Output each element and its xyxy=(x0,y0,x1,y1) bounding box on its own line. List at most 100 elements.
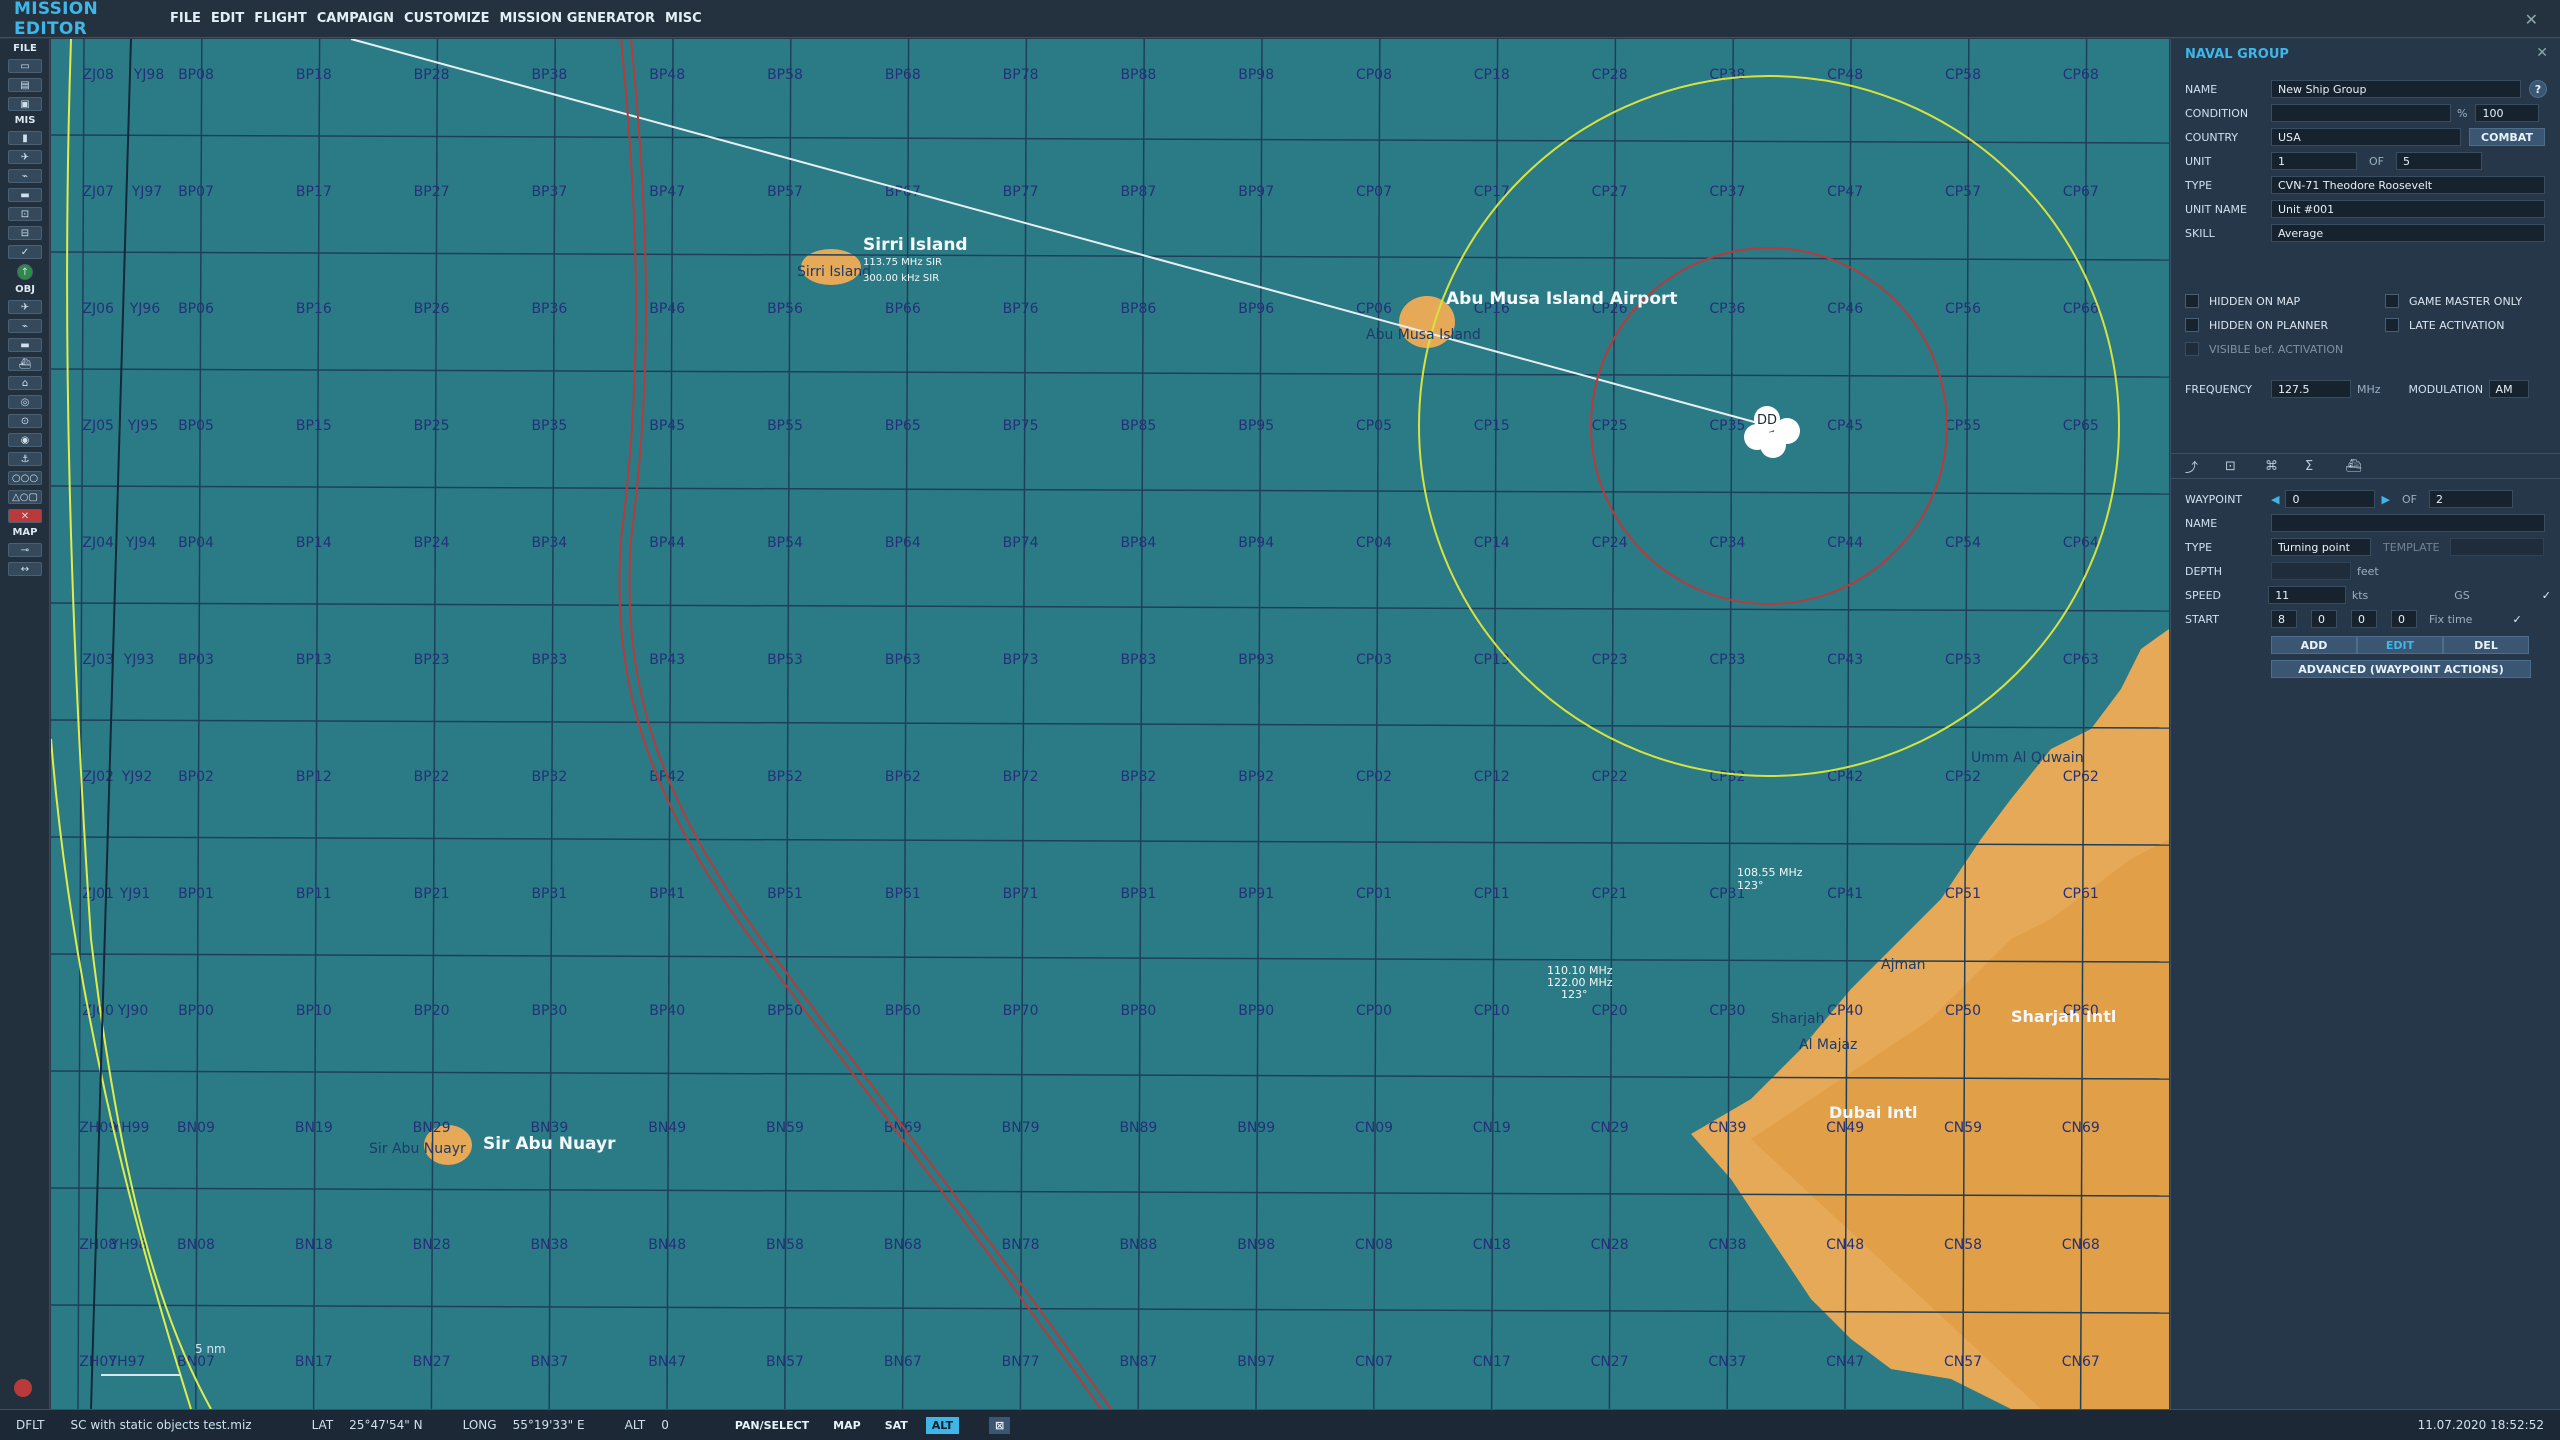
late-activation-checkbox[interactable] xyxy=(2385,318,2399,332)
unit-total-stepper[interactable]: 5 xyxy=(2396,152,2482,170)
grid-label: BN28 xyxy=(413,1237,451,1253)
summary-tab-icon[interactable]: Σ xyxy=(2305,459,2345,474)
triggers-icon[interactable]: ⊡ xyxy=(8,207,42,221)
wp-type-select[interactable]: Turning point xyxy=(2271,538,2371,556)
shapes-icon[interactable]: △○▢ xyxy=(8,490,42,504)
gs-checkbox[interactable]: ✓ xyxy=(2542,589,2551,602)
unit-stepper[interactable]: 1 xyxy=(2271,152,2357,170)
skill-select[interactable]: Average xyxy=(2271,224,2545,242)
new-file-icon[interactable]: ▭ xyxy=(8,59,42,73)
type-select[interactable]: CVN-71 Theodore Roosevelt xyxy=(2271,176,2545,194)
delete-icon[interactable]: ✕ xyxy=(8,509,42,523)
speed-input[interactable]: 11 xyxy=(2268,586,2346,604)
del-waypoint-button[interactable]: DEL xyxy=(2443,636,2529,654)
menu-customize[interactable]: CUSTOMIZE xyxy=(404,11,489,26)
ship-tab-icon[interactable]: ⛴ xyxy=(2345,459,2385,474)
grid-label: BP62 xyxy=(885,769,921,785)
grid-label: BN08 xyxy=(177,1237,215,1253)
fix-time-checkbox[interactable]: ✓ xyxy=(2512,613,2521,626)
menu-campaign[interactable]: CAMPAIGN xyxy=(317,11,394,26)
alt-view-button[interactable]: ALT xyxy=(925,1416,959,1434)
close-icon[interactable]: ✕ xyxy=(2525,10,2538,29)
ground-group-icon[interactable]: ▬ xyxy=(8,338,42,352)
goals-icon[interactable]: ⊟ xyxy=(8,226,42,240)
target-icon[interactable]: ⊙ xyxy=(8,414,42,428)
payload-tab-icon[interactable]: ⌘ xyxy=(2265,459,2305,474)
grid-label: CP25 xyxy=(1592,418,1628,434)
country-row: COUNTRY USA COMBAT xyxy=(2185,127,2551,147)
naval-group-panel: NAVAL GROUP ✕ NAME New Ship Group ? COND… xyxy=(2170,39,2560,1409)
wp-name-input[interactable] xyxy=(2271,514,2545,532)
map-view-button[interactable]: MAP xyxy=(827,1417,867,1434)
country-select[interactable]: USA xyxy=(2271,128,2461,146)
static-object-icon[interactable]: ⌂ xyxy=(8,376,42,390)
name-label: NAME xyxy=(2185,82,2218,96)
visible-bef-activation-checkbox[interactable] xyxy=(2185,342,2199,356)
measure-icon[interactable]: ↔ xyxy=(8,562,42,576)
menu-edit[interactable]: EDIT xyxy=(211,11,244,26)
route-tab-icon[interactable]: ⤴ xyxy=(2185,457,2225,476)
prev-waypoint-icon[interactable]: ◀ xyxy=(2271,493,2279,506)
vehicle-icon[interactable]: ▬ xyxy=(8,188,42,202)
grid-label: CP51 xyxy=(1945,886,1981,902)
save-file-icon[interactable]: ▣ xyxy=(8,97,42,111)
ruler-icon[interactable]: ⊸ xyxy=(8,543,42,557)
route-icon[interactable]: ○○○ xyxy=(8,471,42,485)
grid-label: CP47 xyxy=(1827,184,1863,200)
group-name-input[interactable]: New Ship Group xyxy=(2271,80,2521,98)
ship-group-icon[interactable]: ⛴ xyxy=(8,357,42,371)
modulation-select[interactable]: AM xyxy=(2488,380,2529,398)
helo-group-icon[interactable]: ⌁ xyxy=(8,319,42,333)
advanced-waypoint-actions-button[interactable]: ADVANCED (WAYPOINT ACTIONS) xyxy=(2271,660,2531,678)
grid-label: CP05 xyxy=(1356,418,1392,434)
plane-group-icon[interactable]: ✈ xyxy=(8,300,42,314)
record-icon[interactable] xyxy=(14,1379,32,1397)
grid-label: BP14 xyxy=(296,535,332,551)
sat-view-button[interactable]: SAT xyxy=(879,1417,914,1434)
briefing-icon[interactable]: ▮ xyxy=(8,131,42,145)
depth-input[interactable] xyxy=(2271,562,2351,580)
grid-label: BP33 xyxy=(531,652,567,668)
triggered-actions-tab-icon[interactable]: ⊡ xyxy=(2225,459,2265,474)
start-second[interactable]: 0 xyxy=(2391,610,2417,628)
edit-waypoint-button[interactable]: EDIT xyxy=(2357,636,2443,654)
menu-mission-generator[interactable]: MISSION GENERATOR xyxy=(500,11,656,26)
open-file-icon[interactable]: ▤ xyxy=(8,78,42,92)
grid-label: BN89 xyxy=(1119,1120,1157,1136)
fullscreen-icon[interactable]: ⊠ xyxy=(989,1416,1011,1434)
condition-slider[interactable] xyxy=(2271,104,2451,122)
game-master-only-checkbox[interactable] xyxy=(2385,294,2399,308)
profile-select[interactable]: DFLT xyxy=(16,1418,45,1432)
aircraft-icon[interactable]: ✈ xyxy=(8,150,42,164)
play-icon[interactable]: ↑ xyxy=(17,264,33,280)
start-hour[interactable]: 0 xyxy=(2311,610,2337,628)
waypoint-select[interactable]: 0 xyxy=(2285,490,2376,508)
menu-file[interactable]: FILE xyxy=(170,11,201,26)
grid-label: BP84 xyxy=(1120,535,1156,551)
frequency-input[interactable]: 127.5 xyxy=(2271,380,2351,398)
condition-input[interactable]: 100 xyxy=(2475,104,2540,122)
template-select[interactable] xyxy=(2449,538,2544,556)
next-waypoint-icon[interactable]: ▶ xyxy=(2381,493,2389,506)
hidden-on-map-checkbox[interactable] xyxy=(2185,294,2199,308)
menu-flight[interactable]: FLIGHT xyxy=(254,11,306,26)
add-waypoint-button[interactable]: ADD xyxy=(2271,636,2357,654)
map-canvas[interactable]: ZJ08 BP08 BP18 BP28 BP38 BP48 BP58 BP68 BP78 BP88… xyxy=(51,39,2169,1409)
helicopter-icon[interactable]: ⌁ xyxy=(8,169,42,183)
nav-point-icon[interactable]: ◉ xyxy=(8,433,42,447)
pan-select-button[interactable]: PAN/SELECT xyxy=(729,1417,815,1434)
zone-icon[interactable]: ◎ xyxy=(8,395,42,409)
grid-label: CP33 xyxy=(1709,652,1745,668)
warehouse-icon[interactable]: ⚓ xyxy=(8,452,42,466)
map-view[interactable]: ZJ08 BP08 BP18 BP28 BP38 BP48 BP58 BP68 BP78 BP88… xyxy=(51,39,2169,1409)
unit-name-input[interactable]: Unit #001 xyxy=(2271,200,2545,218)
grid-label: BP36 xyxy=(531,301,567,317)
help-button[interactable]: ? xyxy=(2529,80,2547,98)
start-minute[interactable]: 0 xyxy=(2351,610,2377,628)
combat-button[interactable]: COMBAT xyxy=(2469,128,2545,146)
panel-close-icon[interactable]: ✕ xyxy=(2536,45,2548,61)
hidden-on-planner-checkbox[interactable] xyxy=(2185,318,2199,332)
start-day[interactable]: 8 xyxy=(2271,610,2297,628)
check-icon[interactable]: ✓ xyxy=(8,245,42,259)
menu-misc[interactable]: MISC xyxy=(665,11,702,26)
